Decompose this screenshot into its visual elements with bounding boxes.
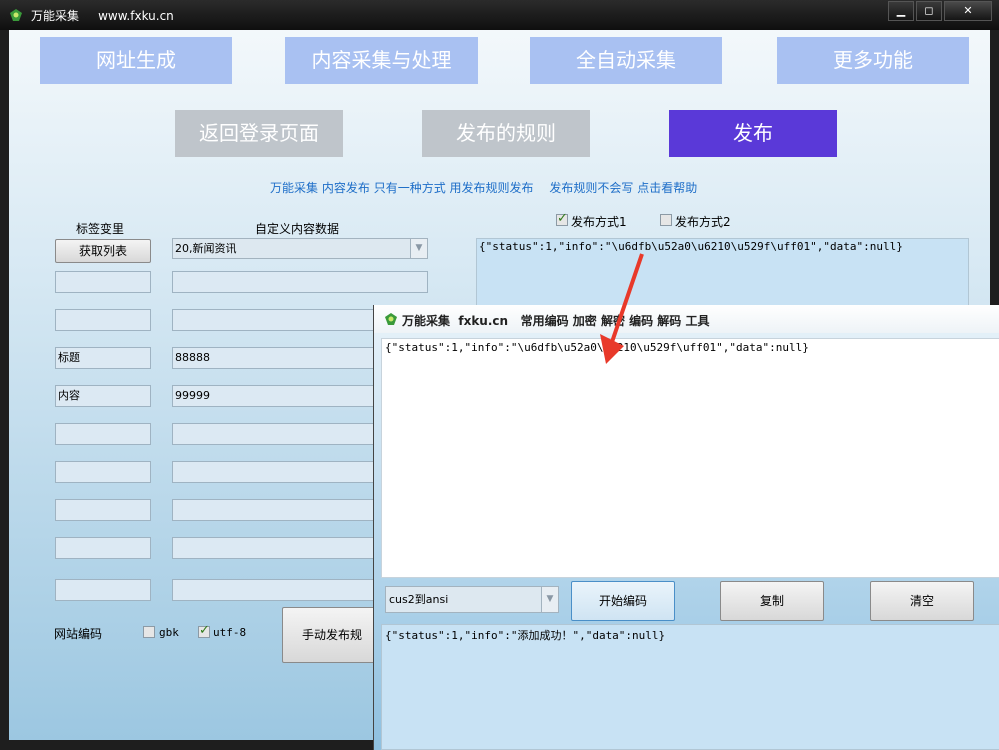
gbk-checkbox[interactable] — [143, 626, 155, 638]
encode-input-textarea[interactable]: {"status":1,"info":"\u6dfb\u52a0\u6210\u… — [381, 338, 999, 578]
nav-url-generate[interactable]: 网址生成 — [40, 37, 232, 84]
encode-tool-window: 万能采集 fxku.cn 常用编码 加密 解密 编码 解码 工具 {"statu… — [373, 305, 999, 750]
help-links: 万能采集 内容发布 只有一种方式 用发布规则发布 发布规则不会写 点击看帮助 — [270, 179, 697, 196]
chevron-down-icon[interactable]: ▼ — [541, 587, 558, 612]
popup-title: 万能采集 fxku.cn 常用编码 加密 解密 编码 解码 工具 — [402, 314, 710, 328]
encoding-label: 网站编码 — [54, 627, 103, 641]
publish-mode-1-checkbox[interactable] — [556, 211, 568, 226]
start-encode-button[interactable]: 开始编码 — [571, 581, 675, 621]
help-link[interactable]: 万能采集 — [270, 181, 318, 195]
popup-title-bar: 万能采集 fxku.cn 常用编码 加密 解密 编码 解码 工具 — [374, 305, 999, 333]
help-link[interactable]: 内容发布 — [322, 181, 370, 195]
help-link[interactable]: 只有一种方式 — [374, 181, 446, 195]
tag-field[interactable] — [55, 423, 151, 445]
tag-field[interactable] — [55, 271, 151, 293]
title-bar: 万能采集 www.fxku.cn ▁ ◻ ✕ — [0, 0, 999, 30]
window-title: 万能采集 www.fxku.cn — [31, 7, 174, 24]
help-link[interactable]: 点击看帮助 — [637, 181, 697, 195]
app-logo-icon — [10, 9, 22, 21]
clear-button[interactable]: 清空 — [870, 581, 974, 621]
copy-button[interactable]: 复制 — [720, 581, 824, 621]
site-url: www.fxku.cn — [98, 9, 174, 23]
app-name: 万能采集 — [31, 9, 80, 23]
chevron-down-icon[interactable]: ▼ — [410, 239, 427, 258]
utf8-label: utf-8 — [213, 626, 247, 639]
close-button[interactable]: ✕ — [944, 1, 992, 21]
manual-publish-button[interactable]: 手动发布规 — [282, 607, 382, 663]
fetch-list-button[interactable]: 获取列表 — [55, 239, 151, 263]
tag-header: 标签变里 — [76, 222, 125, 236]
minimize-button[interactable]: ▁ — [888, 1, 914, 21]
help-link[interactable]: 发布规则不会写 — [549, 181, 633, 195]
category-value: 20,新闻资讯 — [175, 242, 237, 255]
publish-button[interactable]: 发布 — [669, 110, 837, 157]
red-arrow-icon — [600, 253, 644, 364]
publish-mode-2-checkbox[interactable] — [660, 214, 672, 226]
content-header: 自定义内容数据 — [255, 222, 340, 236]
maximize-button[interactable]: ◻ — [916, 1, 942, 21]
publish-mode-2-label: 发布方式2 — [675, 215, 731, 229]
nav-more-features[interactable]: 更多功能 — [777, 37, 969, 84]
category-select[interactable]: 20,新闻资讯 ▼ — [172, 238, 428, 259]
nav-auto-collect[interactable]: 全自动采集 — [530, 37, 722, 84]
back-to-login-button[interactable]: 返回登录页面 — [175, 110, 343, 157]
tag-field[interactable]: 标题 — [55, 347, 151, 369]
gbk-label: gbk — [159, 626, 179, 639]
encode-mode-value: cus2到ansi — [389, 593, 449, 606]
tag-field[interactable] — [55, 579, 151, 601]
tag-field[interactable] — [55, 309, 151, 331]
app-logo-icon — [385, 313, 397, 325]
nav-content-collect[interactable]: 内容采集与处理 — [285, 37, 478, 84]
response-text: {"status":1,"info":"\u6dfb\u52a0\u6210\u… — [479, 240, 903, 253]
tag-field[interactable] — [55, 537, 151, 559]
encode-output-textarea[interactable]: {"status":1,"info":"添加成功！","data":null} — [381, 624, 999, 750]
content-field[interactable] — [172, 271, 428, 293]
help-link[interactable]: 用发布规则发布 — [450, 181, 534, 195]
encode-mode-select[interactable]: cus2到ansi ▼ — [385, 586, 559, 613]
utf8-checkbox[interactable] — [198, 623, 210, 638]
encode-output-text: {"status":1,"info":"添加成功！","data":null} — [385, 629, 666, 642]
tag-field[interactable]: 内容 — [55, 385, 151, 407]
tag-field[interactable] — [55, 499, 151, 521]
tag-field[interactable] — [55, 461, 151, 483]
publish-mode-1-label: 发布方式1 — [571, 215, 627, 229]
publish-rules-button[interactable]: 发布的规则 — [422, 110, 590, 157]
